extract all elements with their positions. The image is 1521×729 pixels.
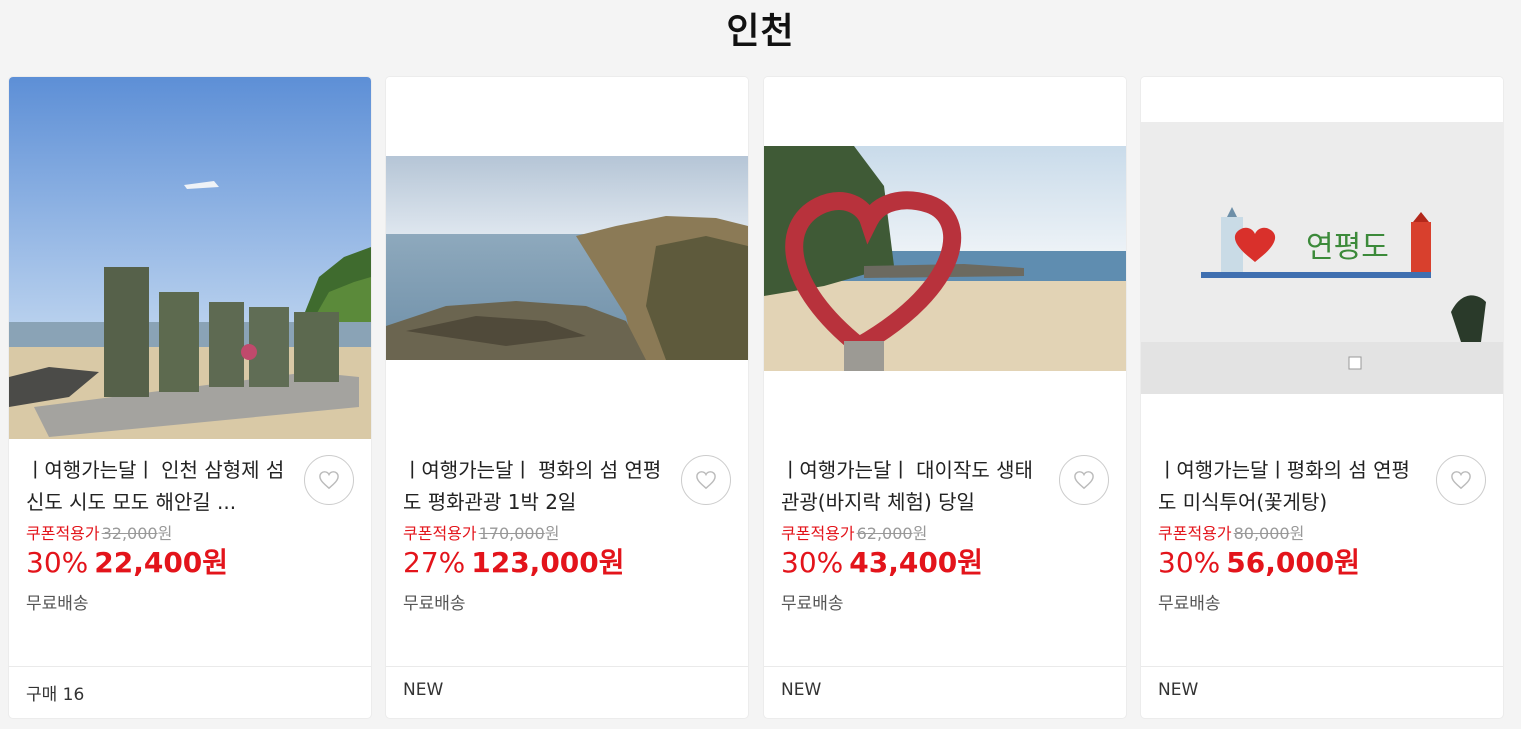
shipping-info: 무료배송 (403, 594, 466, 614)
coupon-price-row: 쿠폰적용가 32,000원 (26, 523, 172, 545)
wishlist-button[interactable] (681, 455, 731, 505)
product-image[interactable] (386, 77, 748, 439)
heart-icon (696, 471, 716, 490)
product-title[interactable]: ㅣ여행가는달ㅣ 대이작도 생태관광(바지락 체험) 당일 (781, 454, 1046, 518)
original-currency: 원 (912, 524, 928, 543)
product-image[interactable] (764, 77, 1126, 439)
sale-price: 22,400원 (94, 546, 229, 579)
coupon-label: 쿠폰적용가 (403, 524, 477, 543)
new-badge: NEW (403, 680, 444, 700)
original-currency: 원 (157, 524, 173, 543)
sale-price-row: 30% 56,000원 (1158, 543, 1360, 587)
section-title: 인천 (726, 11, 795, 52)
heart-icon (319, 471, 339, 490)
sale-price-row: 30% 43,400원 (781, 543, 983, 587)
wishlist-button[interactable] (304, 455, 354, 505)
discount-rate: 30% (26, 546, 89, 579)
sale-price: 56,000원 (1226, 546, 1361, 579)
product-grid: ㅣ여행가는달ㅣ 인천 삼형제 섬 신도 시도 모도 해안길 ... 쿠폰적용가 3… (9, 77, 1513, 719)
mural-text: 연평도 (1306, 230, 1389, 265)
shipping-info: 무료배송 (1158, 594, 1221, 614)
product-title[interactable]: ㅣ여행가는달ㅣ평화의 섬 연평도 미식투어(꽃게탕) (1158, 454, 1423, 518)
new-badge: NEW (1158, 680, 1199, 700)
discount-rate: 30% (781, 546, 844, 579)
shipping-info: 무료배송 (781, 594, 844, 614)
product-card[interactable]: ㅣ여행가는달ㅣ 대이작도 생태관광(바지락 체험) 당일 쿠폰적용가 62,000… (764, 77, 1126, 718)
wishlist-button[interactable] (1436, 455, 1486, 505)
original-price: 32,000 (101, 524, 158, 543)
coupon-label: 쿠폰적용가 (1158, 524, 1232, 543)
coupon-price-row: 쿠폰적용가 170,000원 (403, 523, 560, 545)
card-footer: NEW (386, 666, 748, 718)
product-card[interactable]: ㅣ여행가는달ㅣ 평화의 섬 연평도 평화관광 1박 2일 쿠폰적용가 170,00… (386, 77, 748, 718)
original-currency: 원 (544, 524, 560, 543)
shipping-info: 무료배송 (26, 594, 89, 614)
original-price: 170,000 (478, 524, 545, 543)
heart-icon (1451, 471, 1471, 490)
product-card[interactable]: 연평도 ㅣ여행가는달ㅣ평화의 섬 연평도 미식투어(꽃게탕) 쿠폰적용가 80,0… (1141, 77, 1503, 718)
new-badge: NEW (781, 680, 822, 700)
card-footer: NEW (764, 666, 1126, 718)
sale-price: 123,000원 (471, 546, 625, 579)
original-price: 80,000 (1233, 524, 1290, 543)
coastline-photo-icon (386, 156, 748, 360)
wishlist-button[interactable] (1059, 455, 1109, 505)
yeonpyeongdo-wall-mural-photo-icon: 연평도 (1141, 122, 1503, 394)
coupon-label: 쿠폰적용가 (781, 524, 855, 543)
discount-rate: 27% (403, 546, 466, 579)
card-footer: 구매 16 (9, 666, 371, 718)
sale-price-row: 30% 22,400원 (26, 543, 228, 587)
original-currency: 원 (1289, 524, 1305, 543)
discount-rate: 30% (1158, 546, 1221, 579)
sale-price: 43,400원 (849, 546, 984, 579)
original-price: 62,000 (856, 524, 913, 543)
heart-sculpture-beach-photo-icon (764, 146, 1126, 371)
heart-icon (1074, 471, 1094, 490)
modo-island-sign-photo-icon (9, 77, 371, 439)
coupon-price-row: 쿠폰적용가 62,000원 (781, 523, 927, 545)
coupon-price-row: 쿠폰적용가 80,000원 (1158, 523, 1304, 545)
coupon-label: 쿠폰적용가 (26, 524, 100, 543)
card-footer: NEW (1141, 666, 1503, 718)
product-title[interactable]: ㅣ여행가는달ㅣ 평화의 섬 연평도 평화관광 1박 2일 (403, 454, 668, 518)
product-image[interactable]: 연평도 (1141, 77, 1503, 439)
product-card[interactable]: ㅣ여행가는달ㅣ 인천 삼형제 섬 신도 시도 모도 해안길 ... 쿠폰적용가 3… (9, 77, 371, 718)
purchase-count: 구매 16 (26, 685, 85, 705)
product-title[interactable]: ㅣ여행가는달ㅣ 인천 삼형제 섬 신도 시도 모도 해안길 ... (26, 454, 291, 518)
sale-price-row: 27% 123,000원 (403, 543, 625, 587)
product-image[interactable] (9, 77, 371, 439)
